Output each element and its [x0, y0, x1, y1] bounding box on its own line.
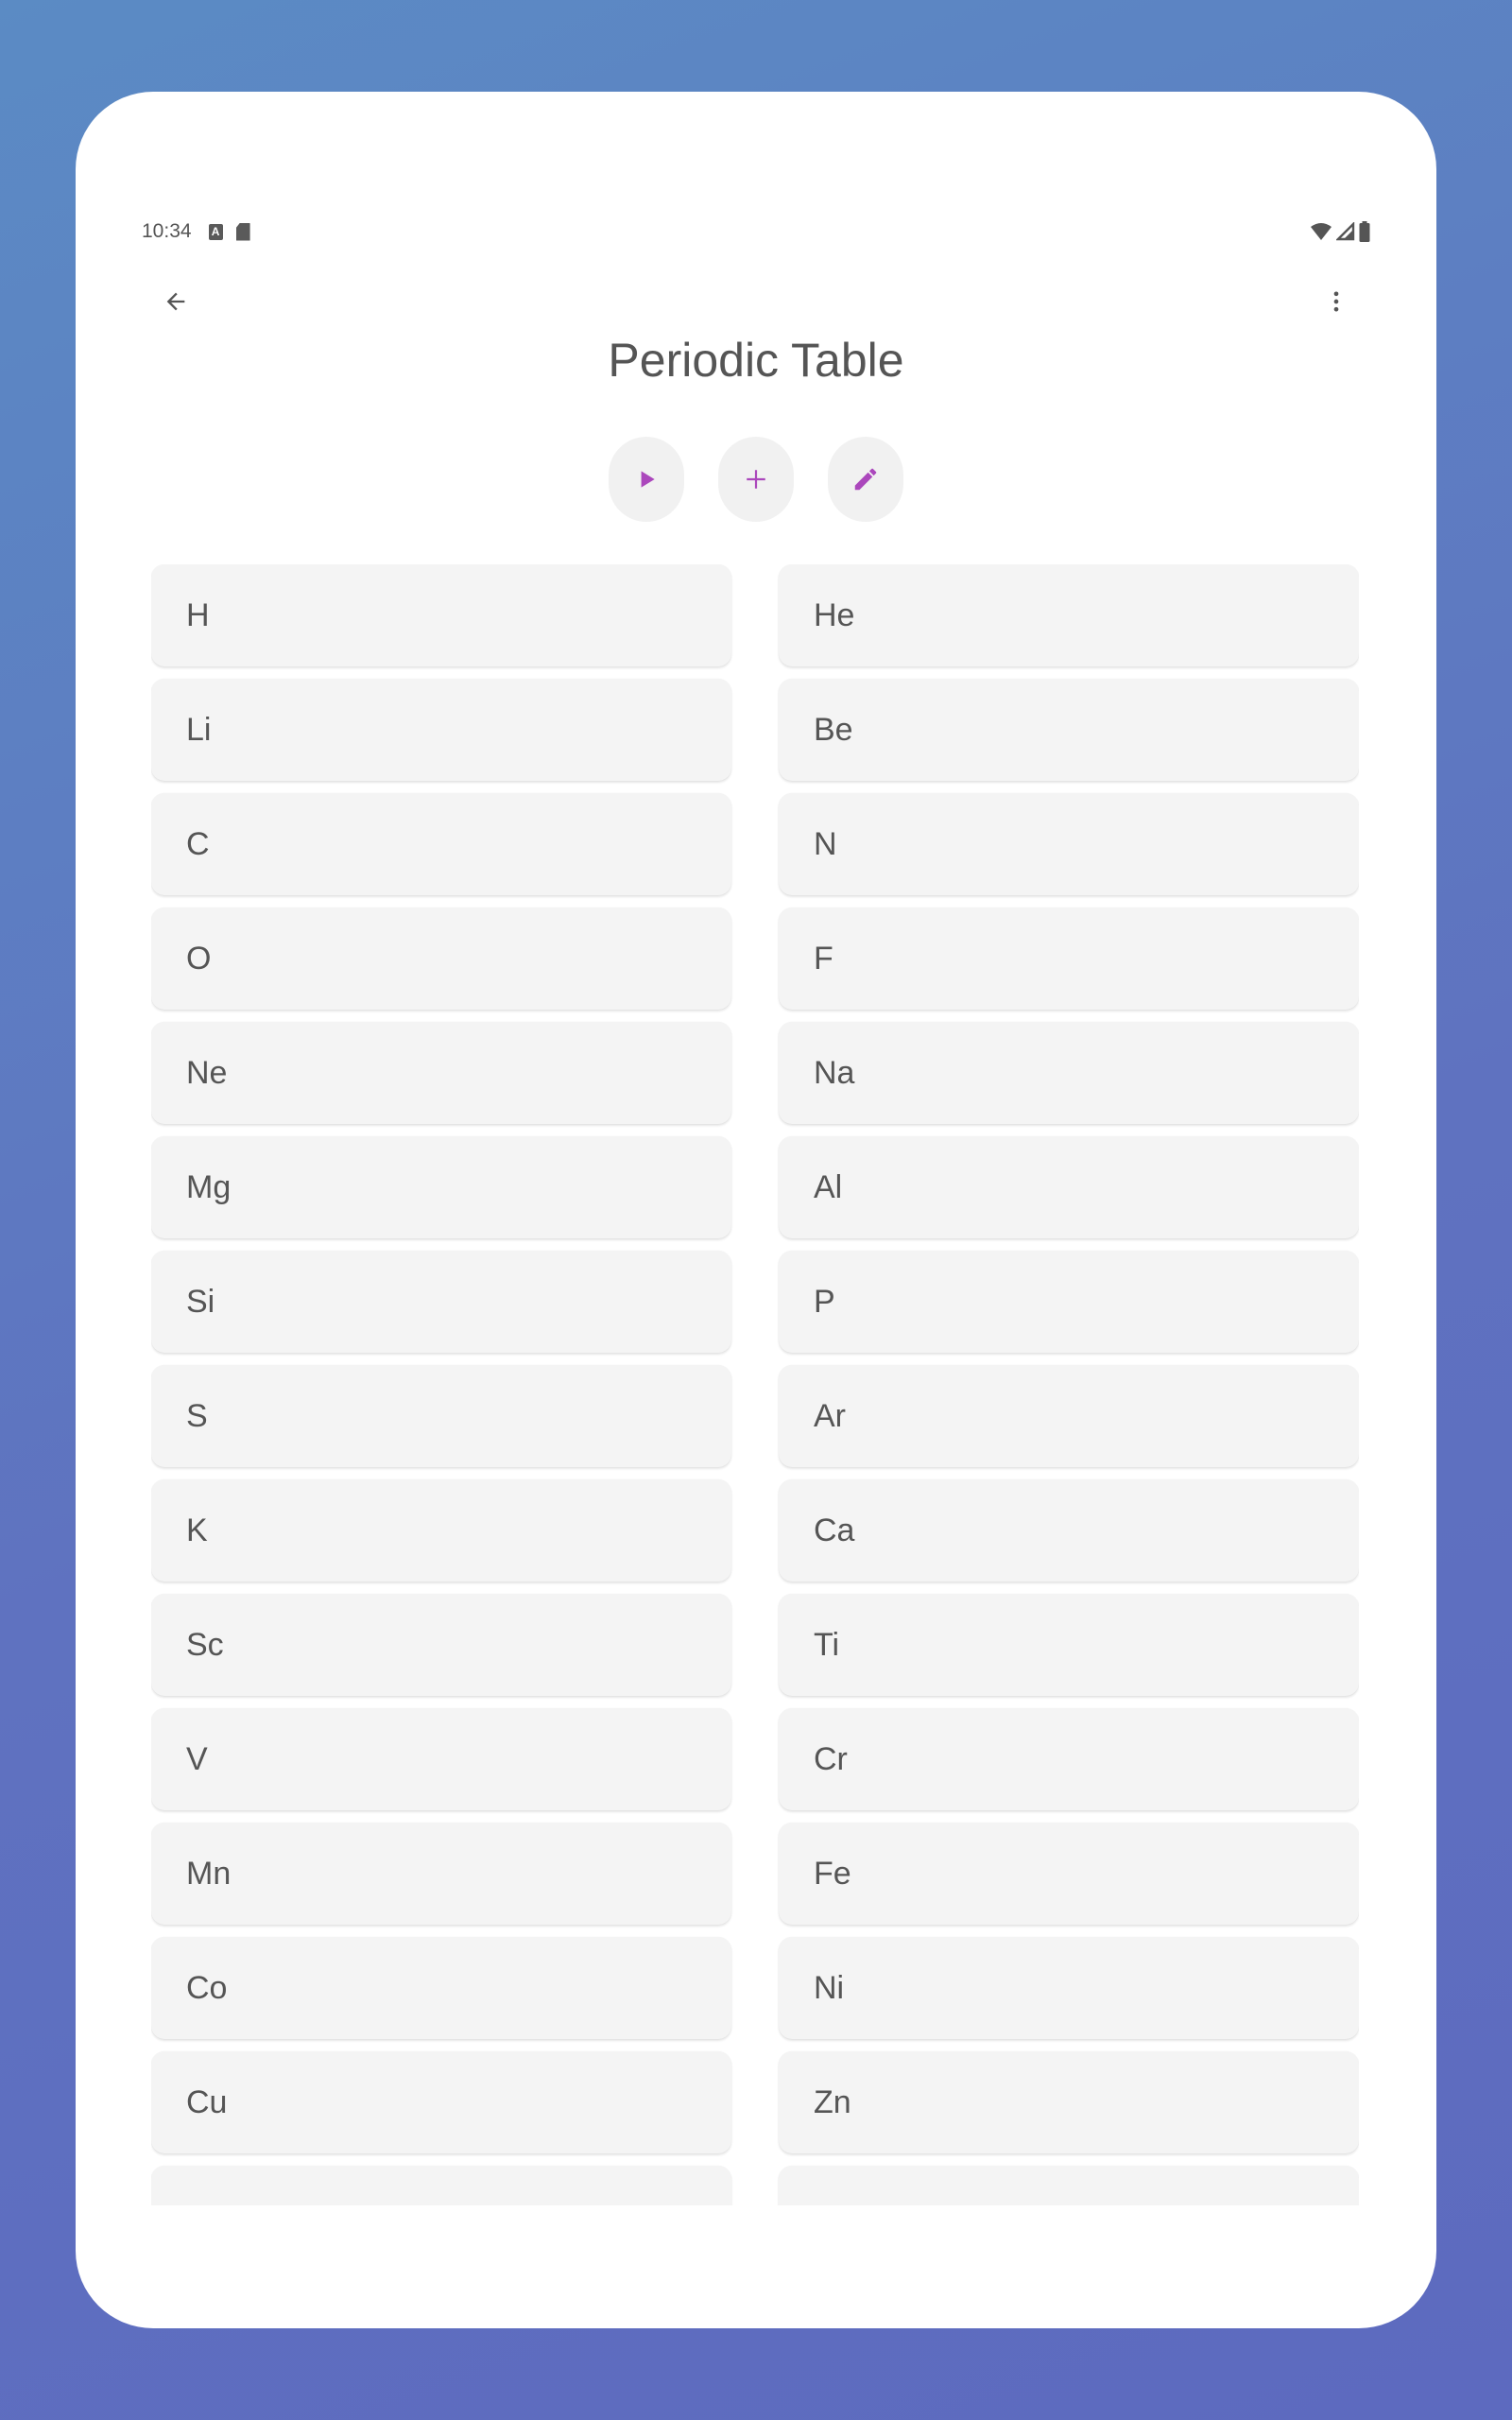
element-symbol: Cr — [814, 1740, 848, 1777]
device-screen: 10:34 A Periodic Table H He Li Be C N O … — [76, 92, 1436, 2328]
element-symbol: Ni — [814, 1969, 845, 2006]
a-notification-icon: A — [208, 223, 223, 240]
element-symbol: Mg — [186, 1168, 232, 1205]
element-symbol: Ti — [814, 1626, 840, 1663]
cellular-signal-icon — [1336, 222, 1355, 241]
plus-icon — [747, 470, 765, 489]
element-card[interactable]: Mg — [151, 1136, 731, 1238]
element-symbol: Ne — [186, 1054, 228, 1091]
arrow-back-icon — [166, 292, 185, 311]
element-symbol: F — [814, 940, 833, 977]
element-card[interactable]: Fe — [779, 1823, 1359, 1925]
element-card[interactable]: Si — [151, 1251, 731, 1353]
element-symbol: P — [814, 1283, 835, 1320]
app-bar — [76, 262, 1436, 328]
element-card[interactable]: H — [151, 564, 731, 666]
element-card[interactable]: F — [779, 908, 1359, 1010]
element-symbol: Ar — [814, 1397, 846, 1434]
element-card[interactable]: He — [779, 564, 1359, 666]
wifi-icon — [1311, 223, 1332, 240]
element-symbol: K — [186, 1512, 208, 1548]
element-card[interactable]: O — [151, 908, 731, 1010]
element-card[interactable]: Na — [779, 1022, 1359, 1124]
element-symbol: Si — [186, 1283, 215, 1320]
play-button[interactable] — [609, 437, 684, 522]
element-symbol: Sc — [186, 1626, 224, 1663]
pencil-icon — [854, 468, 877, 491]
element-symbol: V — [186, 1740, 208, 1777]
element-symbol: Al — [814, 1168, 843, 1205]
status-left: 10:34 A — [142, 220, 250, 243]
more-vert-icon — [1333, 291, 1339, 312]
page-title: Periodic Table — [608, 334, 904, 387]
element-card[interactable]: Ar — [779, 1365, 1359, 1467]
status-time: 10:34 — [142, 220, 192, 242]
element-card[interactable]: P — [779, 1251, 1359, 1353]
element-symbol: Zn — [814, 2083, 851, 2120]
element-symbol: C — [186, 825, 210, 862]
element-symbol: Mn — [186, 1855, 232, 1892]
element-card[interactable]: Li — [151, 679, 731, 781]
element-card[interactable] — [779, 2166, 1359, 2205]
element-card[interactable]: V — [151, 1708, 731, 1810]
element-card[interactable]: Al — [779, 1136, 1359, 1238]
status-bar: 10:34 A — [142, 217, 1370, 246]
edit-button[interactable] — [828, 437, 903, 522]
element-card[interactable]: C — [151, 793, 731, 895]
element-card[interactable] — [151, 2166, 731, 2205]
play-icon — [641, 471, 655, 488]
element-symbol: Co — [186, 1969, 228, 2006]
element-symbol: Fe — [814, 1855, 851, 1892]
status-right — [1310, 221, 1370, 242]
element-grid: H He Li Be C N O F Ne Na Mg Al Si P S Ar K Ca Sc Ti V Cr Mn Fe C… — [151, 564, 1359, 2205]
element-card[interactable]: Ne — [151, 1022, 731, 1124]
element-card[interactable]: Co — [151, 1937, 731, 2039]
element-symbol: S — [186, 1397, 208, 1434]
element-symbol: N — [814, 825, 837, 862]
element-card[interactable]: Sc — [151, 1594, 731, 1696]
element-symbol: Ca — [814, 1512, 855, 1548]
element-card[interactable]: Ti — [779, 1594, 1359, 1696]
sd-card-icon — [235, 222, 250, 241]
element-symbol: Na — [814, 1054, 855, 1091]
element-card[interactable]: K — [151, 1479, 731, 1582]
element-symbol: H — [186, 596, 210, 633]
element-card[interactable]: Ca — [779, 1479, 1359, 1582]
element-symbol: O — [186, 940, 212, 977]
action-buttons — [76, 437, 1436, 522]
element-card[interactable]: Cr — [779, 1708, 1359, 1810]
element-symbol: Cu — [186, 2083, 228, 2120]
element-symbol: Be — [814, 711, 853, 748]
back-button[interactable] — [155, 281, 197, 322]
element-card[interactable]: Be — [779, 679, 1359, 781]
more-options-button[interactable] — [1315, 281, 1357, 322]
element-card[interactable]: Ni — [779, 1937, 1359, 2039]
element-card[interactable]: Zn — [779, 2051, 1359, 2153]
element-card[interactable]: Mn — [151, 1823, 731, 1925]
battery-icon — [1359, 221, 1370, 242]
element-symbol: He — [814, 596, 855, 633]
element-symbol: Li — [186, 711, 212, 748]
element-card[interactable]: S — [151, 1365, 731, 1467]
add-button[interactable] — [718, 437, 794, 522]
element-card[interactable]: N — [779, 793, 1359, 895]
element-card[interactable]: Cu — [151, 2051, 731, 2153]
